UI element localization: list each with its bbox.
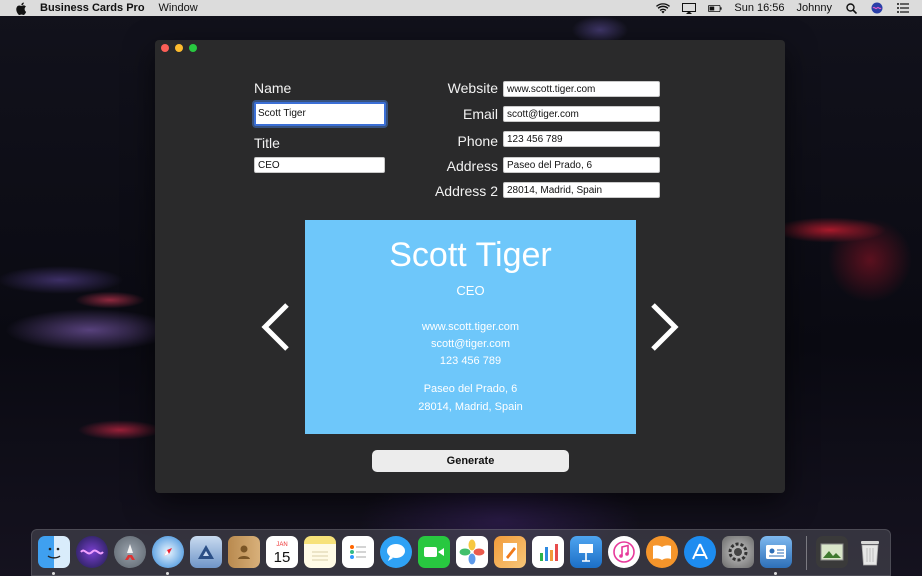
card-email: scott@tiger.com	[430, 338, 511, 350]
status-area: Sun 16:56 Johnny	[656, 2, 910, 14]
zoom-window-button[interactable]	[189, 44, 197, 52]
messages-icon[interactable]	[380, 536, 412, 568]
numbers-icon[interactable]	[532, 536, 564, 568]
business-cards-window: Name Scott Tiger Title CEO Website www.s…	[155, 40, 785, 493]
spotlight-search-icon[interactable]	[844, 2, 858, 14]
mail-icon[interactable]	[190, 536, 222, 568]
contacts-icon[interactable]	[228, 536, 260, 568]
safari-icon[interactable]	[152, 536, 184, 568]
minimize-window-button[interactable]	[175, 44, 183, 52]
dock-separator	[806, 536, 807, 570]
calendar-month: JAN	[276, 542, 287, 548]
card-website: www.scott.tiger.com	[421, 321, 520, 333]
card-title: CEO	[456, 283, 485, 298]
clock[interactable]: Sun 16:56	[734, 2, 784, 14]
apple-icon[interactable]	[14, 1, 28, 15]
calendar-icon[interactable]: JAN 15	[266, 536, 298, 568]
name-label: Name	[254, 80, 292, 96]
email-field[interactable]: scott@tiger.com	[503, 106, 660, 122]
business-card-preview: Scott Tiger CEO www.scott.tiger.com scot…	[305, 220, 636, 434]
name-field[interactable]: Scott Tiger	[254, 102, 386, 126]
keynote-icon[interactable]	[570, 536, 602, 568]
finder-running-indicator	[52, 572, 55, 575]
airplay-icon[interactable]	[682, 2, 697, 14]
wifi-icon[interactable]	[656, 2, 671, 14]
reminders-icon[interactable]	[342, 536, 374, 568]
finder-icon[interactable]	[38, 536, 70, 568]
safari-running-indicator	[166, 572, 169, 575]
menu-bar: Business Cards Pro Window Sun 16:56 John…	[0, 0, 922, 16]
facetime-icon[interactable]	[418, 536, 450, 568]
siri-icon[interactable]	[870, 2, 884, 14]
photos-icon[interactable]	[456, 536, 488, 568]
chevron-left-icon	[261, 303, 289, 351]
business-cards-running-indicator	[774, 572, 777, 575]
website-label: Website	[447, 80, 498, 96]
dock: JAN 15	[31, 529, 891, 576]
itunes-icon[interactable]	[608, 536, 640, 568]
email-label: Email	[462, 106, 498, 122]
battery-icon[interactable]	[708, 2, 722, 14]
business-cards-icon[interactable]	[760, 536, 792, 568]
address-field[interactable]: Paseo del Prado, 6	[503, 157, 660, 173]
calendar-day: 15	[274, 549, 291, 566]
siri-icon[interactable]	[76, 536, 108, 568]
generate-button[interactable]: Generate	[372, 450, 569, 472]
title-label: Title	[254, 135, 280, 151]
address2-field[interactable]: 28014, Madrid, Spain	[503, 182, 660, 198]
card-name: Scott Tiger	[389, 236, 552, 274]
card-address2: 28014, Madrid, Spain	[418, 401, 523, 413]
app-store-icon[interactable]	[684, 536, 716, 568]
system-preferences-icon[interactable]	[722, 536, 754, 568]
ibooks-icon[interactable]	[646, 536, 678, 568]
notification-center-icon[interactable]	[896, 2, 910, 14]
pages-icon[interactable]	[494, 536, 526, 568]
website-field[interactable]: www.scott.tiger.com	[503, 81, 660, 97]
window-menu[interactable]: Window	[159, 2, 198, 14]
app-menu[interactable]: Business Cards Pro	[40, 2, 145, 14]
phone-field[interactable]: 123 456 789	[503, 131, 660, 147]
card-address: Paseo del Prado, 6	[423, 383, 518, 395]
address-label: Address	[446, 158, 498, 174]
next-design-button[interactable]	[647, 302, 681, 352]
window-controls	[161, 44, 197, 52]
launchpad-icon[interactable]	[114, 536, 146, 568]
image-viewer-icon[interactable]	[816, 536, 848, 568]
previous-design-button[interactable]	[259, 302, 293, 352]
user-name[interactable]: Johnny	[797, 2, 832, 14]
card-phone: 123 456 789	[439, 355, 502, 367]
notes-icon[interactable]	[304, 536, 336, 568]
trash-icon[interactable]	[854, 536, 886, 568]
title-field[interactable]: CEO	[254, 157, 385, 173]
address2-label: Address 2	[434, 183, 498, 199]
close-window-button[interactable]	[161, 44, 169, 52]
phone-label: Phone	[457, 133, 498, 149]
chevron-right-icon	[651, 303, 679, 351]
